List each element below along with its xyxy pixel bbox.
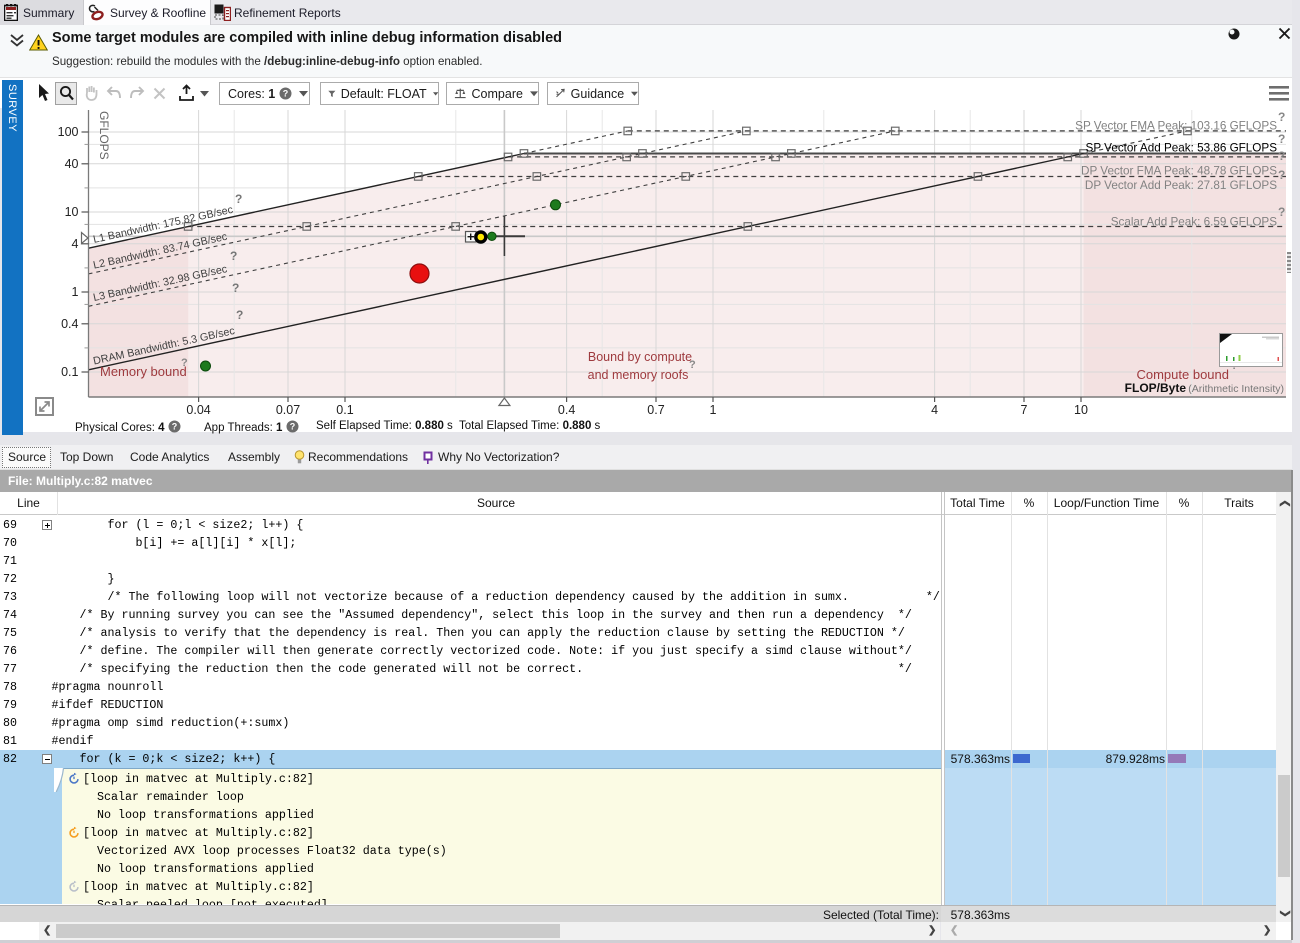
svg-text:Memory bound: Memory bound: [100, 364, 187, 379]
svg-text:0.4: 0.4: [61, 317, 78, 331]
svg-text:?: ?: [236, 308, 243, 322]
svg-text:Compute bound: Compute bound: [1136, 367, 1229, 382]
svg-text:Scalar Add Peak: 6.59 GFLOPS: Scalar Add Peak: 6.59 GFLOPS: [1111, 216, 1278, 229]
svg-text:and memory roofs: and memory roofs: [588, 368, 689, 382]
svg-text:7: 7: [1021, 403, 1028, 417]
svg-text:(Arithmetic Intensity): (Arithmetic Intensity): [1188, 383, 1284, 395]
svg-text:?: ?: [230, 249, 237, 263]
svg-text:4: 4: [72, 237, 79, 251]
svg-text:10: 10: [65, 205, 79, 219]
svg-text:100: 100: [58, 125, 79, 139]
svg-text:0.1: 0.1: [336, 403, 353, 417]
svg-text:0.04: 0.04: [186, 403, 210, 417]
svg-text:?: ?: [289, 422, 295, 432]
svg-text:SP Vector FMA Peak: 103.16 GFL: SP Vector FMA Peak: 103.16 GFLOPS: [1075, 120, 1277, 133]
svg-text:?: ?: [1278, 149, 1285, 163]
svg-text:0.1: 0.1: [61, 365, 78, 379]
svg-text:FLOP/Byte: FLOP/Byte: [1125, 381, 1187, 395]
svg-text:?: ?: [235, 192, 242, 206]
svg-text:0.07: 0.07: [276, 403, 300, 417]
svg-text:Bound by compute: Bound by compute: [588, 350, 692, 364]
svg-text:?: ?: [1278, 205, 1285, 219]
svg-text:?: ?: [181, 357, 188, 369]
svg-text:0.7: 0.7: [647, 403, 664, 417]
svg-text:SP Vector Add Peak: 53.86 GFLO: SP Vector Add Peak: 53.86 GFLOPS: [1086, 142, 1278, 155]
svg-text:1: 1: [72, 285, 79, 299]
svg-text:?: ?: [1278, 110, 1285, 124]
svg-text:40: 40: [65, 157, 79, 171]
svg-text:0.4: 0.4: [558, 403, 575, 417]
svg-text:10: 10: [1074, 403, 1088, 417]
svg-text:DP Vector Add Peak: 27.81 GFLO: DP Vector Add Peak: 27.81 GFLOPS: [1085, 179, 1277, 192]
svg-text:4: 4: [931, 403, 938, 417]
svg-text:?: ?: [1278, 168, 1285, 182]
svg-text:DP Vector FMA Peak: 48.78 GFLO: DP Vector FMA Peak: 48.78 GFLOPS: [1081, 165, 1277, 178]
svg-text:1: 1: [710, 403, 717, 417]
svg-text:?: ?: [689, 359, 696, 371]
svg-text:?: ?: [1278, 132, 1285, 146]
svg-text:?: ?: [171, 422, 177, 432]
svg-text:?: ?: [232, 281, 239, 295]
svg-text:GFLOPS: GFLOPS: [97, 111, 111, 160]
svg-text:?: ?: [283, 89, 289, 99]
